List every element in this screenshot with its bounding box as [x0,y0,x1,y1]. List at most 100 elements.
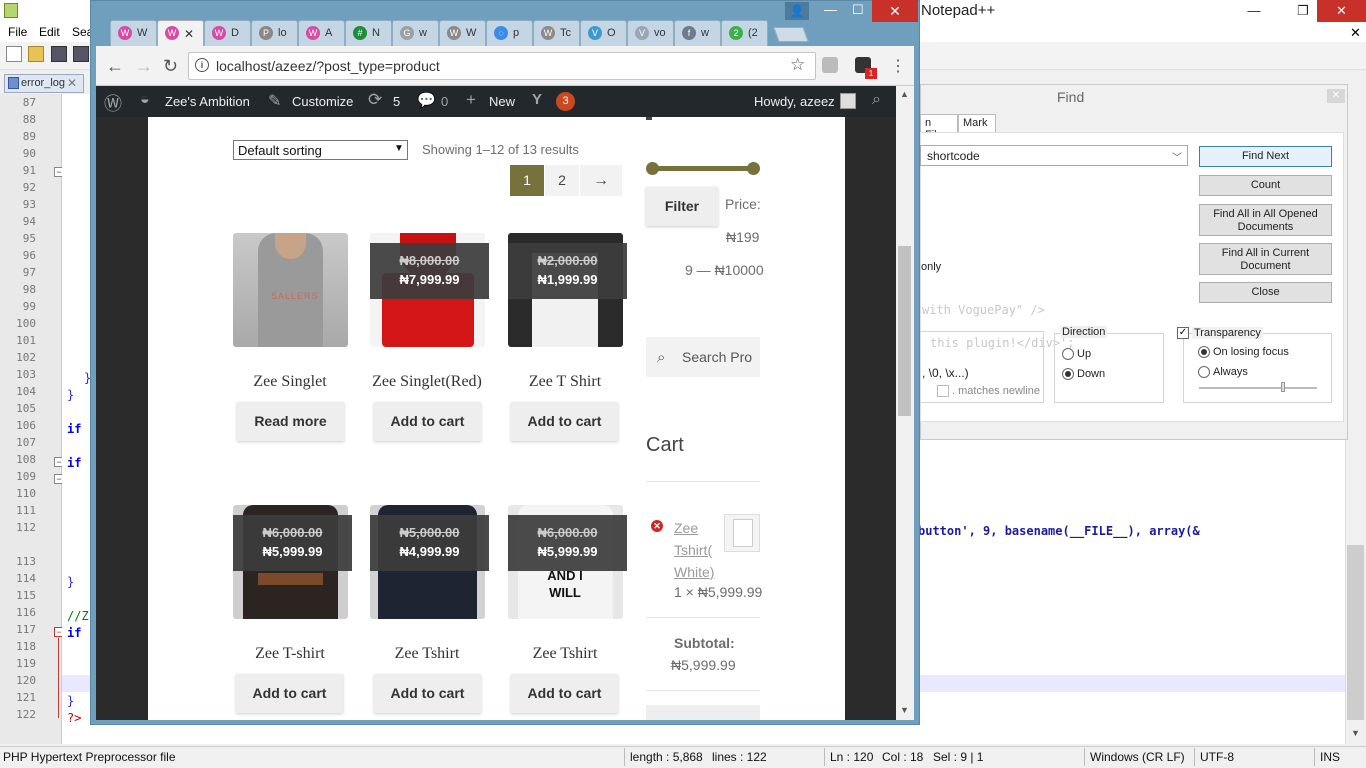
transparency-slider-thumb[interactable] [1281,382,1285,392]
new-file-icon[interactable] [6,46,22,62]
read-more-button[interactable]: Read more [237,402,344,441]
info-icon[interactable]: i [195,58,209,72]
search-placeholder: Search Pro [682,349,753,365]
sale-price: ₦5,999.99 [262,544,323,559]
product-image[interactable]: SALLERS [233,233,348,347]
browser-maximize-button[interactable]: ☐ [852,2,864,18]
remove-item-icon[interactable]: ✕ [651,520,663,532]
price-slider-min-handle[interactable] [646,162,659,175]
google-icon: G [400,26,414,40]
save-icon[interactable] [51,46,67,62]
tab-mark[interactable]: Mark [958,114,996,133]
find-all-opened-line1: Find All in All Opened [1213,208,1318,220]
next-page-link[interactable]: → [580,165,622,196]
add-to-cart-button[interactable]: Add to cart [374,674,481,713]
howdy-user-link[interactable]: Howdy, azeez [754,94,835,109]
filter-button[interactable]: Filter [646,187,718,226]
menu-file[interactable]: File [8,25,27,39]
new-tab-button[interactable] [773,27,809,42]
forward-icon[interactable]: → [135,56,153,77]
page-number-link[interactable]: 2 [545,165,579,196]
direction-down-radio[interactable] [1062,368,1074,380]
cart-item-link[interactable]: Zee Tshirt( White) [674,517,724,583]
scroll-down-icon[interactable]: ▼ [1351,728,1360,738]
reload-icon[interactable]: ↻ [163,56,178,77]
v-icon: V [635,26,649,40]
avatar[interactable] [840,93,856,109]
view-cart-button[interactable] [646,705,760,720]
sheet-icon: # [353,26,367,40]
customize-link[interactable]: Customize [292,94,353,109]
product-title[interactable]: Zee T-shirt [225,645,355,663]
browser-minimize-button[interactable]: — [824,2,837,17]
transparency-checkbox[interactable]: ✓ [1177,327,1189,339]
back-icon[interactable]: ← [106,56,124,77]
status-mode: INS [1320,750,1341,764]
product-title[interactable]: Zee Singlet [225,373,355,391]
browser-close-button[interactable]: ✕ [872,0,918,22]
price-slider-max-handle[interactable] [747,162,760,175]
status-divider [624,748,625,766]
line-number: 101 [16,334,36,347]
close-window-button[interactable]: ✕ [1317,0,1366,22]
page-scroll-down-icon[interactable]: ▼ [900,705,909,715]
add-to-cart-button[interactable]: Add to cart [374,402,481,441]
find-next-button[interactable]: Find Next [1199,146,1332,167]
status-length: length : 5,868 [630,750,703,764]
comments-count[interactable]: 0 [441,94,448,109]
matches-newline-checkbox[interactable] [937,385,949,397]
search-icon[interactable]: ⌕ [872,91,881,109]
status-lines: lines : 122 [712,750,767,764]
add-to-cart-button[interactable]: Add to cart [511,674,618,713]
line-number: 122 [16,708,36,721]
product-title[interactable]: Zee T Shirt [500,373,630,391]
browser-tab-label: p [513,27,520,39]
find-all-opened-button[interactable]: Find All in All Opened Documents [1199,204,1332,236]
close-tab-icon[interactable]: ✕ [67,76,77,90]
result-count: Showing 1–12 of 13 results [422,142,579,157]
updates-count[interactable]: 5 [393,94,400,109]
price-slider-track[interactable] [652,166,754,171]
add-to-cart-button[interactable]: Add to cart [236,674,343,713]
count-button[interactable]: Count [1199,175,1332,196]
sorting-select[interactable]: Default sorting [233,140,408,160]
url-text[interactable]: localhost/azeez/?post_type=product [216,58,440,74]
browser-menu-icon[interactable]: ⋮ [890,56,906,76]
wordpress-logo-icon[interactable]: Ⓦ [104,90,122,116]
chevron-down-icon[interactable]: ▼ [394,143,404,154]
new-content-link[interactable]: New [489,94,515,109]
yoast-icon[interactable]: Y [532,91,542,108]
minimize-button[interactable]: — [1234,0,1274,22]
find-close-icon[interactable]: ✕ [1327,89,1345,103]
site-name-link[interactable]: Zee's Ambition [165,94,250,109]
add-to-cart-button[interactable]: Add to cart [511,402,618,441]
open-folder-icon[interactable] [28,46,44,62]
page-scroll-thumb[interactable] [898,246,911,416]
shirt-print: SALLERS [271,291,319,301]
transparency-slider-track[interactable] [1199,387,1317,389]
find-all-current-button[interactable]: Find All in Current Document [1199,243,1332,275]
profile-icon[interactable]: 👤 [785,2,809,20]
chevron-down-icon[interactable]: ﹀ [1172,149,1182,164]
close-document-icon[interactable]: ✕ [1350,25,1361,41]
menu-edit[interactable]: Edit [39,25,60,39]
find-all-current-line2: Document [1240,260,1291,272]
tab-find-in-files[interactable]: n Files [920,114,958,141]
page-scroll-up-icon[interactable]: ▲ [900,89,909,99]
close-tab-icon[interactable]: ✕ [184,27,194,41]
bookmark-star-icon[interactable]: ☆ [790,55,805,75]
divider [646,481,760,482]
close-find-button[interactable]: Close [1199,282,1332,303]
product-title[interactable]: Zee Tshirt [500,645,630,663]
extension-icon[interactable] [822,57,838,73]
cart-item-thumbnail[interactable] [724,514,760,552]
always-radio[interactable] [1198,366,1210,378]
direction-up-radio[interactable] [1062,348,1074,360]
status-file-type: PHP Hypertext Preprocessor file [3,750,176,764]
editor-scroll-thumb[interactable] [1347,545,1364,720]
on-losing-focus-radio[interactable] [1198,346,1210,358]
product-title[interactable]: Zee Singlet(Red) [362,373,492,391]
find-what-input[interactable]: shortcode [920,145,1188,166]
save-all-icon[interactable] [73,46,89,62]
product-title[interactable]: Zee Tshirt [362,645,492,663]
